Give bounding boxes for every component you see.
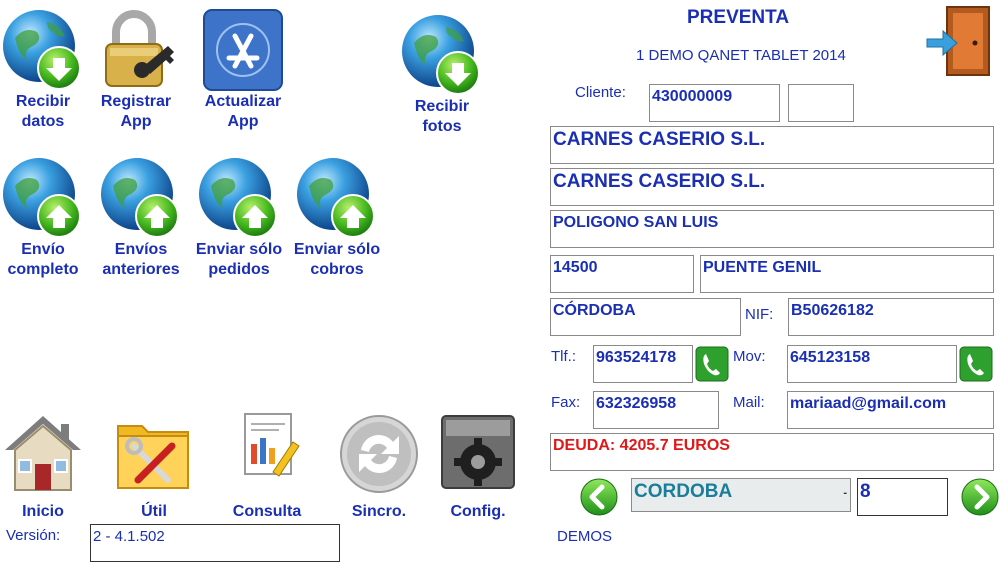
arrow-left-icon: [580, 478, 618, 516]
registrar-app-button[interactable]: Registrar App: [86, 8, 186, 132]
nif-label: NIF:: [745, 306, 774, 323]
tlf-label: Tlf.:: [551, 348, 576, 365]
actualizar-app-label: Actualizar App: [204, 93, 282, 130]
phone-icon: [695, 346, 729, 382]
fax-field[interactable]: 632326958: [593, 391, 719, 429]
exit-button[interactable]: [923, 5, 993, 77]
envios-anteriores-button[interactable]: Envíos anteriores: [91, 156, 191, 280]
cliente-extra-field[interactable]: [788, 84, 854, 122]
config-button[interactable]: Config.: [428, 410, 528, 522]
nif-field[interactable]: B50626182: [788, 298, 994, 336]
cliente-code-field[interactable]: 430000009: [649, 84, 780, 122]
page-title: PREVENTA: [687, 7, 790, 28]
address-field[interactable]: POLIGONO SAN LUIS: [550, 210, 994, 248]
consulta-button[interactable]: Consulta: [217, 410, 317, 522]
mov-field[interactable]: 645123158: [787, 345, 957, 383]
consulta-label: Consulta: [232, 503, 302, 520]
app-store-icon: [203, 9, 283, 91]
tlf-field[interactable]: 963524178: [593, 345, 693, 383]
route-number-field[interactable]: 8: [857, 478, 948, 516]
call-mov-button[interactable]: [959, 346, 993, 382]
recibir-datos-button[interactable]: Recibir datos: [0, 8, 93, 132]
call-tlf-button[interactable]: [695, 346, 729, 382]
select-arrow-icon: -: [843, 487, 847, 499]
house-icon: [5, 416, 81, 491]
sincro-label: Sincro.: [351, 503, 407, 520]
mov-label: Mov:: [733, 348, 766, 365]
recibir-fotos-button[interactable]: Recibir fotos: [392, 13, 492, 137]
gear-icon: [441, 415, 515, 489]
globe-upload-icon: [199, 158, 277, 238]
recibir-datos-label: Recibir datos: [15, 93, 71, 130]
globe-download-icon: [3, 10, 81, 90]
next-button[interactable]: [961, 478, 999, 516]
name2-field[interactable]: CARNES CASERIO S.L.: [550, 168, 994, 206]
config-label: Config.: [450, 503, 506, 520]
phone-icon: [959, 346, 993, 382]
fax-label: Fax:: [551, 394, 581, 411]
debt-field: DEUDA: 4205.7 EUROS: [550, 433, 994, 471]
arrow-right-icon: [961, 478, 999, 516]
enviar-cobros-label: Enviar sólo cobros: [293, 241, 381, 278]
envios-anteriores-label: Envíos anteriores: [102, 241, 180, 278]
city-field[interactable]: PUENTE GENIL: [700, 255, 994, 293]
sync-icon: [340, 415, 418, 493]
tools-folder-icon: [117, 425, 189, 489]
cliente-label: Cliente:: [575, 84, 626, 101]
version-label: Versión:: [6, 527, 61, 544]
inicio-label: Inicio: [22, 503, 64, 520]
exit-door-icon: [926, 6, 990, 76]
name1-field[interactable]: CARNES CASERIO S.L.: [550, 126, 994, 164]
province-field[interactable]: CÓRDOBA: [550, 298, 741, 336]
envio-completo-label: Envío completo: [7, 241, 79, 278]
postal-code-field[interactable]: 14500: [550, 255, 694, 293]
previous-button[interactable]: [580, 478, 618, 516]
mail-field[interactable]: mariaad@gmail.com: [787, 391, 994, 429]
util-label: Útil: [141, 503, 167, 520]
globe-upload-icon: [101, 158, 179, 238]
sincro-button[interactable]: Sincro.: [329, 410, 429, 522]
registrar-app-label: Registrar App: [100, 93, 172, 130]
mail-label: Mail:: [733, 394, 765, 411]
util-button[interactable]: Útil: [104, 410, 204, 522]
version-field: 2 - 4.1.502: [90, 524, 340, 562]
enviar-pedidos-button[interactable]: Enviar sólo pedidos: [189, 156, 289, 280]
actualizar-app-button[interactable]: Actualizar App: [193, 8, 293, 132]
envio-completo-button[interactable]: Envío completo: [0, 156, 93, 280]
report-chart-icon: [244, 413, 300, 477]
inicio-button[interactable]: Inicio: [0, 410, 93, 522]
enviar-pedidos-label: Enviar sólo pedidos: [195, 241, 283, 278]
globe-download-icon: [402, 15, 480, 95]
globe-upload-icon: [3, 158, 81, 238]
route-select[interactable]: CORDOBA -: [631, 478, 851, 512]
globe-upload-icon: [297, 158, 375, 238]
padlock-key-icon: [105, 10, 174, 87]
route-select-value: CORDOBA: [634, 481, 733, 502]
demos-label: DEMOS: [557, 528, 613, 545]
page-subtitle: 1 DEMO QANET TABLET 2014: [636, 47, 846, 64]
recibir-fotos-label: Recibir fotos: [414, 98, 470, 135]
enviar-cobros-button[interactable]: Enviar sólo cobros: [287, 156, 387, 280]
